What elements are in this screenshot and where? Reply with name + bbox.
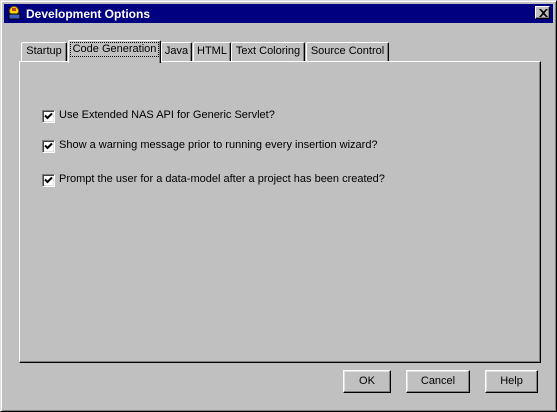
close-icon [539, 9, 548, 17]
code-generation-panel: Use Extended NAS API for Generic Servlet… [19, 61, 541, 363]
tab-code-generation[interactable]: Code Generation [68, 40, 161, 63]
tab-label: Java [164, 45, 189, 57]
tab-strip: Startup Code Generation Java HTML Text C… [21, 40, 541, 63]
tab-text-coloring[interactable]: Text Coloring [231, 42, 305, 61]
window-title: Development Options [26, 7, 151, 21]
close-button[interactable] [535, 6, 550, 19]
cancel-button[interactable]: Cancel [406, 370, 470, 393]
option-label: Prompt the user for a data-model after a… [59, 173, 385, 185]
tab-label: Text Coloring [235, 45, 301, 57]
development-options-dialog: Development Options Startup Code Generat… [0, 0, 557, 412]
option-label: Use Extended NAS API for Generic Servlet… [59, 109, 275, 121]
checkbox[interactable] [42, 174, 55, 187]
title-bar[interactable]: Development Options [4, 4, 553, 23]
checkmark-icon [44, 112, 53, 120]
checkmark-icon [44, 142, 53, 150]
tab-label: Code Generation [69, 42, 160, 57]
checkbox[interactable] [42, 140, 55, 153]
tab-java[interactable]: Java [161, 42, 192, 61]
option-label: Show a warning message prior to running … [59, 139, 378, 151]
tab-label: HTML [197, 45, 227, 57]
checkmark-icon [44, 176, 53, 184]
checkbox[interactable] [42, 110, 55, 123]
ok-button[interactable]: OK [343, 370, 391, 393]
help-button[interactable]: Help [485, 370, 538, 393]
tab-label: Startup [26, 45, 62, 57]
tab-source-control[interactable]: Source Control [306, 42, 389, 61]
tab-startup[interactable]: Startup [21, 42, 67, 61]
app-icon [7, 5, 23, 21]
tab-label: Source Control [310, 45, 385, 57]
tab-html[interactable]: HTML [193, 42, 231, 61]
